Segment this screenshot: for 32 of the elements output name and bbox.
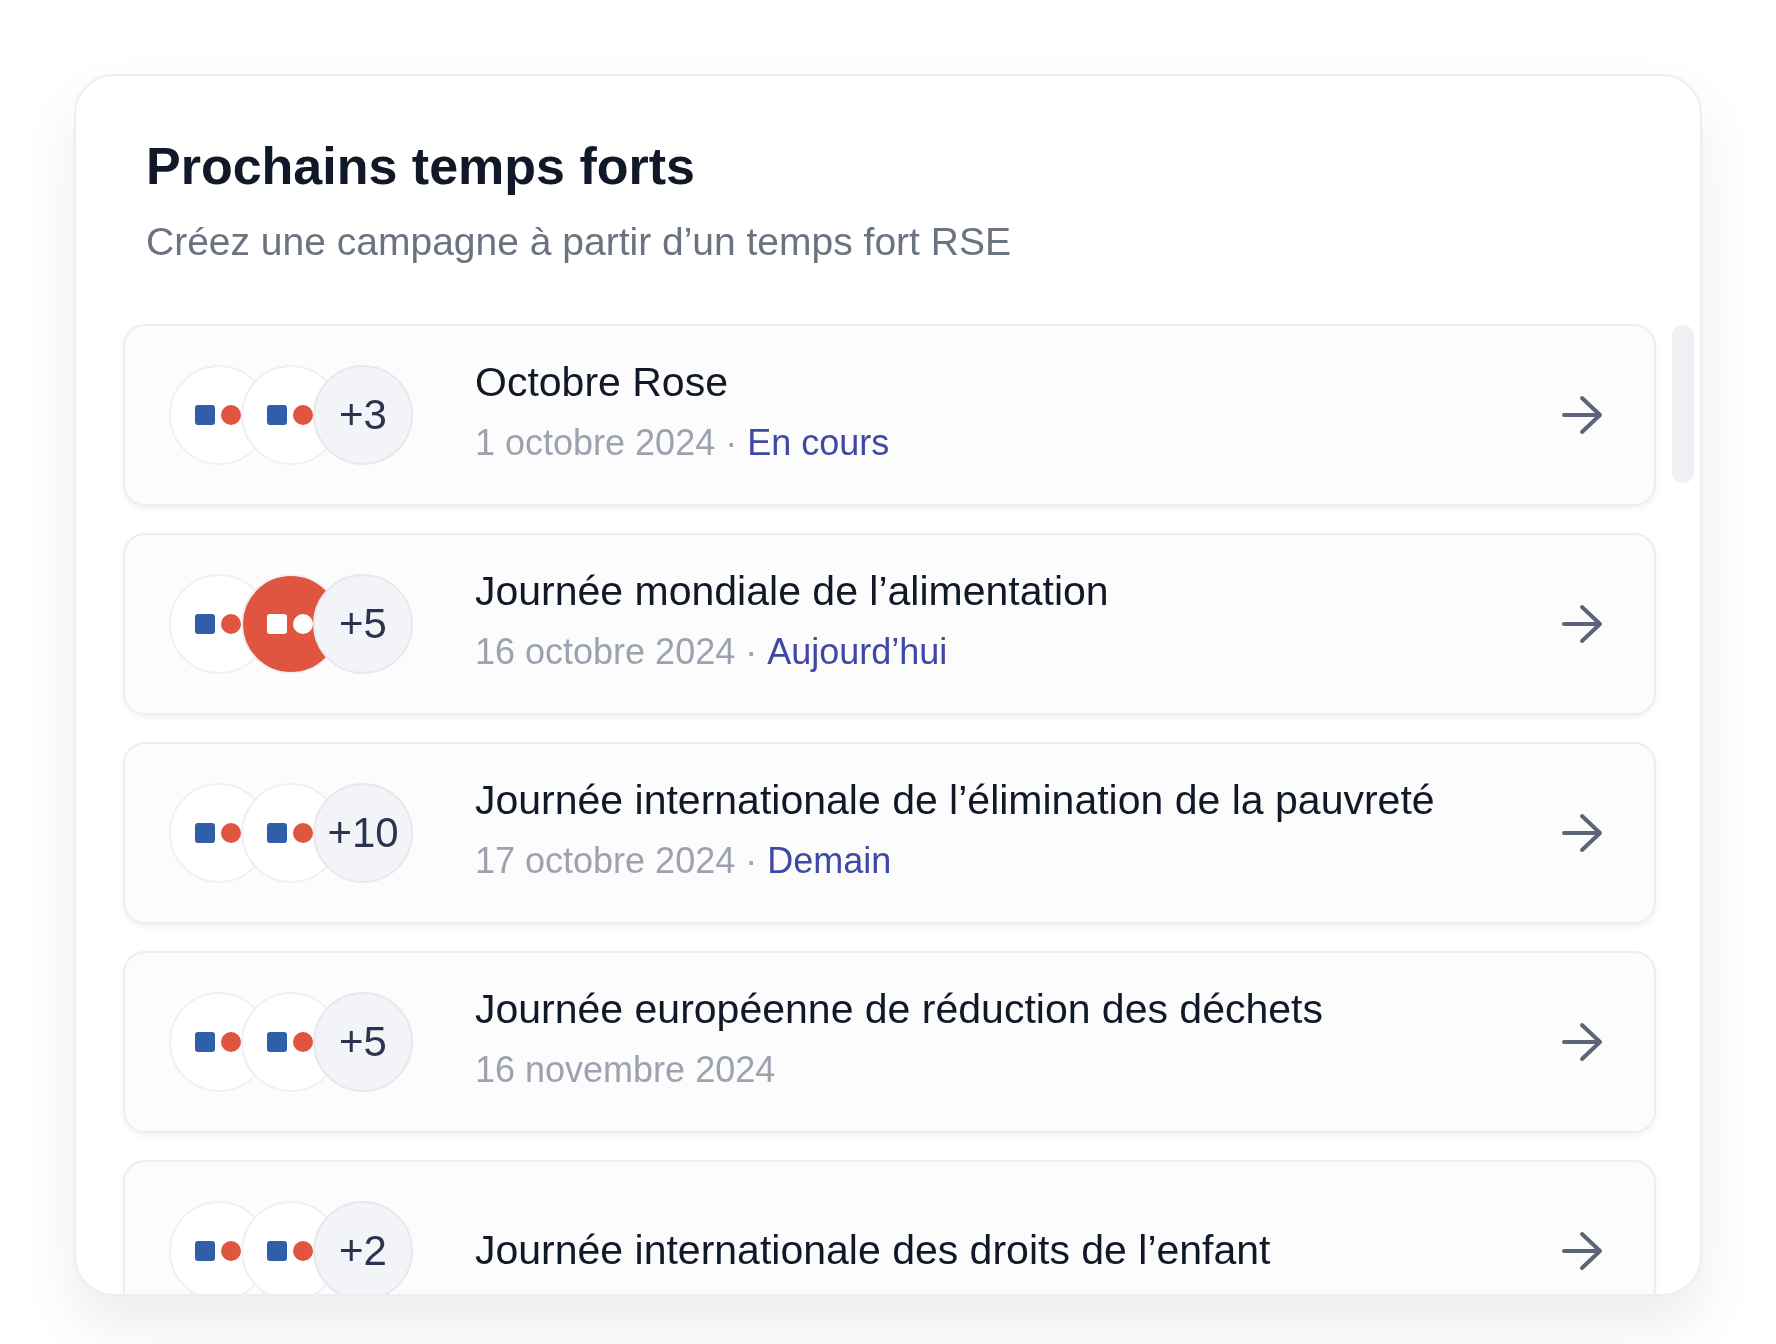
arrow-right-icon (1560, 394, 1604, 435)
section-title: Prochains temps forts (146, 136, 697, 197)
event-title: Journée internationale de l’élimination de la pauvreté (475, 776, 1436, 825)
event-title: Octobre Rose (475, 358, 729, 407)
more-count: +5 (313, 573, 413, 674)
event-title: Journée européenne de réduction des déchets (475, 985, 1324, 1034)
event-date: 16 octobre 2024 (475, 630, 736, 675)
event-title: Journée mondiale de l’alimentation (475, 567, 1110, 616)
more-count: +2 (313, 1200, 413, 1294)
event-date: 1 octobre 2024 (475, 421, 716, 466)
separator-dot: · (745, 839, 758, 884)
event-date: 17 octobre 2024 (475, 839, 736, 884)
event-title: Journée internationale des droits de l’enfant (475, 1226, 1272, 1275)
arrow-right-icon (1560, 812, 1604, 853)
event-row[interactable]: +3 Octobre Rose 1 octobre 2024 · En cours (123, 323, 1656, 506)
event-status: Aujourd’hui (767, 630, 948, 675)
more-count: +5 (313, 991, 413, 1092)
separator-dot: · (725, 421, 738, 466)
separator-dot: · (745, 630, 758, 675)
more-count: +3 (313, 364, 413, 465)
event-row[interactable]: +2 Journée internationale des droits de l’enfant (123, 1159, 1656, 1294)
arrow-right-icon (1560, 1230, 1604, 1271)
arrow-right-icon (1560, 603, 1604, 644)
event-date: 16 novembre 2024 (475, 1048, 776, 1093)
event-row[interactable]: +10 Journée internationale de l’élimination de la pauvreté 17 octobre 2024 · Demain (123, 741, 1656, 924)
arrow-right-icon (1560, 1021, 1604, 1062)
event-status: En cours (747, 421, 890, 466)
event-row[interactable]: +5 Journée mondiale de l’alimentation 16 octobre 2024 · Aujourd’hui (123, 532, 1656, 715)
more-count: +10 (313, 782, 413, 883)
section-subtitle: Créez une campagne à partir d’un temps fort RSE (146, 219, 1012, 265)
event-row[interactable]: +5 Journée européenne de réduction des déchets 16 novembre 2024 (123, 950, 1656, 1133)
event-status: Demain (767, 839, 892, 884)
